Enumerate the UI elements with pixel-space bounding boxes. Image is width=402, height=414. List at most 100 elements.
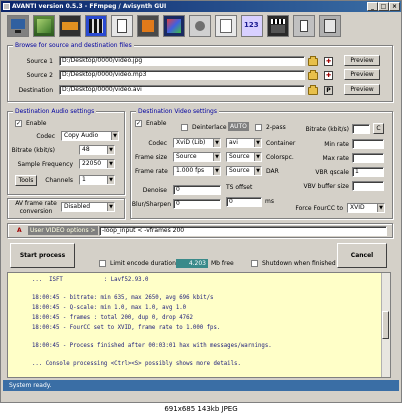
source2-input[interactable]: D:/Desktop/0000/video.mp3: [59, 70, 305, 80]
p-button[interactable]: P: [324, 86, 333, 95]
user-options-input[interactable]: -loop_input < -vframes 200: [99, 226, 387, 236]
shutdown-label: Shutdown when finished: [262, 260, 336, 267]
vbv-buffer-input[interactable]: [352, 181, 384, 191]
framerate-label: Frame rate: [135, 168, 168, 175]
auto-badge[interactable]: AUTO: [228, 122, 249, 131]
video-bitrate-label: Bitrate (kbit/s): [305, 126, 349, 133]
audio-samplefreq-value: 22050: [82, 160, 102, 167]
ts-offset-unit: ms: [265, 198, 274, 205]
video-clip-icon[interactable]: [137, 15, 159, 37]
ts-offset-input[interactable]: 0: [226, 197, 262, 207]
source1-label: Source 1: [26, 58, 53, 65]
preview-button-2[interactable]: Preview: [344, 69, 380, 80]
fourcc-select[interactable]: XVID ▼: [347, 203, 385, 213]
video-group-title: Destination Video settings: [136, 107, 219, 116]
maxrate-label: Max rate: [322, 155, 350, 162]
colorspc-label: Colorspc.: [266, 154, 294, 161]
minrate-label: Min rate: [324, 141, 349, 148]
arrow-icon[interactable]: ✚: [324, 57, 333, 66]
av-rate-label-2: conversion: [19, 208, 53, 215]
framesize-value: Source: [176, 153, 197, 160]
arrow-icon[interactable]: ✚: [324, 71, 333, 80]
limit-duration-checkbox[interactable]: [99, 260, 106, 267]
fourcc-value: XVID: [350, 204, 365, 211]
av-rate-value: Disabled: [64, 203, 91, 210]
help-icon[interactable]: [319, 15, 341, 37]
audio-codec-label: Codec: [36, 133, 55, 140]
audio-bitrate-select[interactable]: 48 ▼: [79, 145, 115, 155]
toolbar: 123: [3, 13, 399, 40]
destination-input[interactable]: D:/Desktop/0000/video.avi: [59, 85, 305, 95]
audio-channels-value: 1: [82, 176, 86, 183]
chevron-down-icon: ▼: [213, 153, 220, 161]
framerate-select[interactable]: 1.000 fps ▼: [173, 166, 221, 176]
title-bar[interactable]: AVANTI version 0.5.3 - FFmpeg / Avisynth…: [1, 1, 401, 12]
numbers-icon[interactable]: 123: [241, 15, 263, 37]
close-button[interactable]: ×: [389, 2, 400, 11]
limit-duration-label: Limit encode duration: [110, 260, 176, 267]
info-icon[interactable]: [293, 15, 315, 37]
framesize-select[interactable]: Source ▼: [173, 152, 221, 162]
film-strip-icon[interactable]: [85, 15, 107, 37]
image-caption: 691x685 143kb JPEG: [164, 405, 238, 413]
monitor-icon[interactable]: [7, 15, 29, 37]
chevron-down-icon: ▼: [254, 153, 261, 161]
document-icon[interactable]: [215, 15, 237, 37]
maxrate-input[interactable]: [352, 153, 384, 163]
audio-group-title: Destination Audio settings: [13, 107, 97, 116]
deinterlace-checkbox[interactable]: [181, 124, 188, 131]
image-icon[interactable]: [33, 15, 55, 37]
maximize-button[interactable]: □: [378, 2, 389, 11]
start-process-button[interactable]: Start process: [10, 243, 75, 268]
audio-samplefreq-label: Sample Frequency: [17, 161, 73, 168]
palette-icon[interactable]: [163, 15, 185, 37]
log-scrollbar-thumb[interactable]: [382, 311, 389, 339]
log-console[interactable]: ... ISFT : Lavf52.93.0 18:00:45 - bitrat…: [7, 272, 391, 378]
folder-icon[interactable]: [308, 85, 318, 95]
video-codec-value: XviD (Lib): [176, 139, 206, 146]
blur-input[interactable]: 0: [173, 199, 221, 209]
folder-icon[interactable]: [308, 70, 318, 80]
clipboard-icon[interactable]: [111, 15, 133, 37]
destination-label: Destination: [18, 87, 53, 94]
denoise-input[interactable]: 0: [173, 185, 221, 195]
audio-bitrate-value: 48: [82, 146, 90, 153]
dar-label: DAR: [266, 168, 279, 175]
minimize-button[interactable]: _: [367, 2, 378, 11]
clapper-icon[interactable]: [267, 15, 289, 37]
chevron-down-icon: ▼: [213, 167, 220, 175]
audio-codec-select[interactable]: Copy Audio ▼: [61, 131, 119, 141]
audio-samplefreq-select[interactable]: 22050 ▼: [79, 159, 115, 169]
c-button[interactable]: C: [373, 123, 384, 134]
film-icon[interactable]: [59, 15, 81, 37]
video-enable-checkbox[interactable]: ✓: [135, 120, 142, 127]
shutdown-checkbox[interactable]: [251, 260, 258, 267]
chevron-down-icon: ▼: [107, 203, 114, 211]
user-options-label[interactable]: User VIDEO options >: [28, 226, 98, 235]
video-codec-select[interactable]: XviD (Lib) ▼: [173, 138, 221, 148]
colorspc-select[interactable]: Source ▼: [226, 152, 262, 162]
folder-icon[interactable]: [308, 56, 318, 66]
tools-button[interactable]: Tools: [15, 175, 37, 186]
preview-button-1[interactable]: Preview: [344, 55, 380, 66]
audio-enable-checkbox[interactable]: ✓: [15, 120, 22, 127]
log-line: ... Console processing <Ctrl><S> possibl…: [32, 361, 241, 367]
audio-enable-label: Enable: [26, 120, 47, 127]
a-icon: A: [17, 227, 22, 234]
audio-channels-select[interactable]: 1 ▼: [79, 175, 115, 185]
preview-button-3[interactable]: Preview: [344, 84, 380, 95]
settings-icon[interactable]: [189, 15, 211, 37]
cancel-button[interactable]: Cancel: [337, 243, 387, 268]
container-select[interactable]: avi ▼: [226, 138, 262, 148]
ts-offset-label: TS offset: [226, 184, 253, 191]
dar-select[interactable]: Source ▼: [226, 166, 262, 176]
source2-label: Source 2: [26, 72, 53, 79]
vbr-qscale-input[interactable]: 1: [352, 167, 384, 177]
minrate-input[interactable]: [352, 139, 384, 149]
two-pass-checkbox[interactable]: [255, 124, 262, 131]
av-rate-select[interactable]: Disabled ▼: [61, 202, 115, 212]
video-enable-label: Enable: [146, 120, 167, 127]
source1-input[interactable]: D:/Desktop/0000/video.jpg: [59, 56, 305, 66]
video-bitrate-input[interactable]: [352, 124, 370, 134]
log-scrollbar[interactable]: [381, 273, 390, 377]
